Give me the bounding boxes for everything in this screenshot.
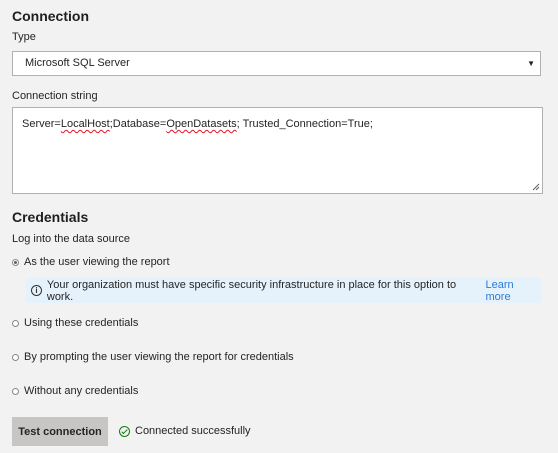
status-text: Connected successfully [135,425,251,437]
conn-string-part: ; Trusted_Connection=True; [236,118,373,130]
connection-status: Connected successfully [119,425,251,437]
type-select[interactable]: Microsoft SQL Server ▼ [12,51,541,76]
conn-string-database: OpenDatasets [166,118,237,130]
radio-label: Using these credentials [24,317,139,329]
credentials-section-title: Credentials [12,209,89,225]
resize-grip-icon[interactable] [532,183,540,191]
radio-button[interactable] [12,353,19,361]
learn-more-link[interactable]: Learn more [486,279,542,303]
radio-button[interactable] [12,319,19,327]
radio-button-checked[interactable] [12,258,19,266]
type-label: Type [12,31,36,43]
radio-as-viewer[interactable]: As the user viewing the report [12,256,170,268]
conn-string-server: LocalHost [60,118,110,130]
check-circle-icon [119,425,130,437]
radio-label: Without any credentials [24,385,139,397]
connection-string-input[interactable]: Server=LocalHost;Database=OpenDatasets; … [12,107,543,194]
caret-down-icon: ▼ [527,59,535,68]
radio-label: By prompting the user viewing the report… [24,351,294,363]
info-icon: i [31,285,42,296]
connection-section-title: Connection [12,8,89,24]
radio-button[interactable] [12,387,19,395]
radio-no-credentials[interactable]: Without any credentials [12,385,138,397]
test-connection-button[interactable]: Test connection [12,417,108,446]
radio-prompt-user[interactable]: By prompting the user viewing the report… [12,351,294,363]
login-label: Log into the data source [12,233,131,245]
conn-string-part: Server= [22,118,61,130]
info-bar: i Your organization must have specific s… [26,278,541,303]
connection-string-label: Connection string [12,90,98,102]
radio-label: As the user viewing the report [24,256,170,268]
radio-using-credentials[interactable]: Using these credentials [12,317,138,329]
type-select-value: Microsoft SQL Server [25,57,130,69]
info-message: Your organization must have specific sec… [46,278,457,303]
conn-string-part: ;Database= [109,118,167,130]
